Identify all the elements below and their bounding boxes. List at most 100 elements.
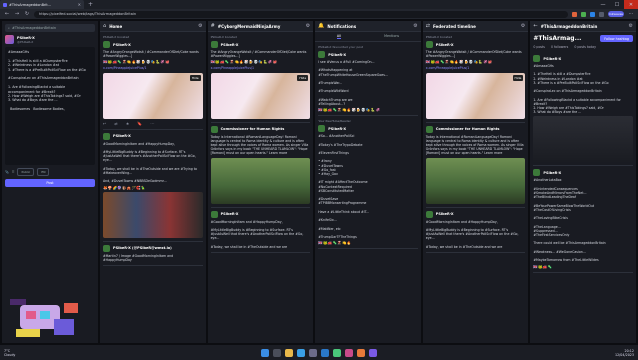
url-bar[interactable]: https://pixelfed.social/web/tags/ThisArm…	[34, 10, 568, 18]
post-author[interactable]: PSIbeR-X	[436, 43, 454, 47]
post-author[interactable]: PSIbeR-X	[221, 43, 239, 47]
column-header[interactable]: # #CyborgMermaidNinjaArmy ⚙	[207, 21, 314, 32]
windows-start-icon[interactable]	[261, 348, 269, 357]
menu-icon[interactable]: ⋯	[628, 11, 634, 17]
poll-icon[interactable]: ☰	[12, 170, 15, 174]
app-icon[interactable]	[357, 348, 365, 357]
hide-media-button[interactable]: Hide	[297, 74, 309, 81]
post-author[interactable]: PSIbeR-X	[436, 212, 454, 216]
app-icon[interactable]	[345, 348, 353, 357]
post-media[interactable]	[103, 191, 203, 238]
post-link[interactable]: x.com/PineappleJuicePlus/1	[103, 66, 203, 70]
hide-media-button[interactable]: Hide	[512, 74, 524, 81]
browser-tab[interactable]: #ThisArmageddonBrit... ✕	[0, 0, 84, 9]
attach-icon[interactable]: 📎	[5, 170, 9, 174]
back-icon[interactable]: ←	[533, 23, 537, 29]
column-header[interactable]: ⌂ Home ⚙	[100, 21, 206, 32]
store-icon[interactable]	[309, 348, 317, 357]
avatar[interactable]	[425, 125, 433, 133]
post[interactable]: PSIbeR-X #GoodMorningInItam and #HappyHu…	[425, 210, 526, 254]
clock[interactable]: 20:12 12/04/2023	[594, 349, 634, 357]
settings-icon[interactable]: ⚙	[413, 23, 417, 29]
post-author[interactable]: PSIbeR-X	[221, 212, 239, 216]
current-account[interactable]: PSIbeR-X @PSIbeR-X	[5, 35, 95, 44]
back-icon[interactable]: ←	[4, 11, 10, 17]
favourite-icon[interactable]: ★	[126, 121, 130, 126]
avatar[interactable]	[103, 132, 110, 140]
settings-icon[interactable]: ⚙	[306, 23, 310, 29]
browser-icon[interactable]	[297, 348, 305, 357]
avatar[interactable]	[425, 210, 433, 218]
post-media[interactable]: Hide	[425, 72, 526, 119]
avatar[interactable]	[210, 210, 218, 218]
extension-icon[interactable]	[590, 11, 595, 17]
post-author[interactable]: PSIbeR-X	[113, 43, 131, 47]
post-media[interactable]: Hide	[103, 72, 203, 119]
post[interactable]: PSIbeR-X boosted PSIbeR-X The #AngryOran…	[210, 35, 311, 123]
extension-icon[interactable]	[599, 11, 604, 17]
more-icon[interactable]: ⋯	[150, 121, 154, 126]
avatar[interactable]	[210, 125, 218, 133]
hide-media-button[interactable]: Hide	[189, 74, 201, 81]
weather-widget[interactable]: 7°C Cloudy	[4, 349, 44, 357]
reply-icon[interactable]: ↩	[103, 121, 106, 126]
language-select[interactable]: EN	[37, 168, 50, 176]
column-header[interactable]: ← #ThisArmageddonBritain ⚙	[530, 21, 636, 32]
reload-icon[interactable]: ↻	[24, 11, 30, 17]
post[interactable]: Commissioner for Human Rights Today is I…	[425, 125, 526, 208]
avatar[interactable]	[103, 41, 110, 48]
post-author[interactable]: Commissioner for Human Rights	[436, 127, 500, 131]
post-link[interactable]: x.com/PineappleJuicePlus/1	[426, 66, 526, 70]
avatar[interactable]	[103, 244, 110, 252]
post[interactable]: Commissioner for Human Rights Today is I…	[210, 125, 311, 208]
post-author[interactable]: PSIbeR-X	[543, 171, 561, 175]
minimize-icon[interactable]: —	[596, 0, 610, 9]
avatar[interactable]	[533, 55, 541, 62]
post[interactable]: PSIbeR-X #GoodMorningInItam and #HappyHu…	[210, 210, 311, 254]
tab-mentions[interactable]: Mentions	[384, 34, 399, 39]
post-author[interactable]: PSIbeR-X	[328, 53, 346, 57]
post[interactable]: PSIbeR-X #AnotherLotaBox #UnintendedCons…	[533, 169, 633, 273]
settings-icon[interactable]: ⚙	[628, 23, 632, 29]
avatar[interactable]	[425, 41, 433, 48]
bookmark-icon[interactable]: 🔖	[137, 121, 142, 126]
close-window-icon[interactable]: ✕	[624, 0, 638, 9]
close-tab-icon[interactable]: ✕	[78, 2, 81, 7]
post[interactable]: PSIbeR-X #AmaaaGHs 1. #TheHell is still …	[533, 55, 633, 167]
post-author[interactable]: PSIbeR-X (@PSIbeR@wmst.io)	[113, 246, 172, 250]
compose-textarea[interactable]: #AmaaaGHs 1. #ThisHell is still a #Dumps…	[5, 47, 95, 165]
post-media[interactable]	[425, 157, 526, 204]
post-media[interactable]	[210, 157, 311, 204]
new-tab-icon[interactable]: +	[88, 1, 93, 8]
avatar[interactable]	[318, 51, 326, 58]
maximize-icon[interactable]: ☐	[610, 0, 624, 9]
extension-icon[interactable]	[572, 11, 577, 17]
post[interactable]: PSIbeR-X (@PSIbeR@wmst.io) #Martin7 / Im…	[103, 244, 203, 267]
post-author[interactable]: PSIbeR-X	[113, 134, 131, 138]
notification[interactable]: PSIbeR-X favourited your post PSIbeR-X I…	[318, 45, 418, 117]
column-header[interactable]: ⇄ Federated timeline ⚙	[422, 21, 529, 32]
post-author[interactable]: PSIbeR-X	[328, 127, 346, 131]
app-icon[interactable]	[333, 348, 341, 357]
post-media[interactable]: Hide	[210, 72, 311, 119]
extension-icon[interactable]	[581, 11, 586, 17]
column-header[interactable]: 🔔 Notifications ⚙	[315, 21, 421, 32]
notification[interactable]: Your PeerTube/Reader PSIbeR-X #So... #An…	[318, 119, 418, 250]
settings-icon[interactable]: ⚙	[198, 23, 202, 29]
profile-button[interactable]: Inkwaves	[608, 11, 624, 17]
search-input[interactable]: ⌕ #ThisArmageddonBritain	[5, 24, 95, 32]
mail-icon[interactable]	[321, 348, 329, 357]
post-button[interactable]: Post	[5, 179, 95, 187]
post-author[interactable]: Commissioner for Human Rights	[221, 127, 285, 131]
avatar[interactable]	[533, 169, 541, 177]
avatar[interactable]	[210, 41, 218, 48]
post[interactable]: PSIbeR-X #GoodMorningInItam and #HappyHu…	[103, 132, 203, 242]
visibility-select[interactable]: Public	[17, 168, 35, 176]
tab-all[interactable]: All	[336, 34, 341, 39]
app-icon[interactable]	[369, 348, 377, 357]
post[interactable]: PSIbeR-X boosted PSIbeR-X The #AngryOran…	[425, 35, 526, 123]
avatar[interactable]	[318, 125, 326, 133]
forward-icon[interactable]: →	[14, 11, 20, 17]
boost-icon[interactable]: ⇄	[114, 121, 117, 126]
post[interactable]: PSIbeR-X boosted PSIbeR-X The #AngryOran…	[103, 35, 203, 130]
